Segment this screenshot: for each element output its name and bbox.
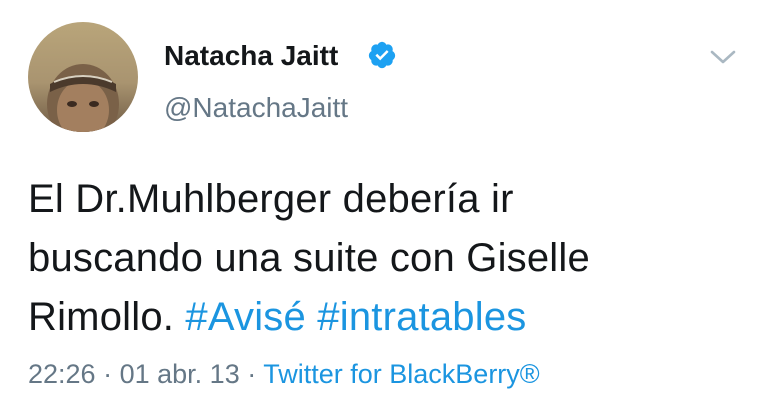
tweet-text-line: Rimollo. #Avisé #intratables [28,288,738,347]
hashtag-link[interactable]: #intratables [317,295,526,339]
tweet-card: Natacha Jaitt @NatachaJaitt El Dr.Muhlbe… [0,0,760,418]
tweet-source-link[interactable]: Twitter for BlackBerry® [263,359,539,389]
avatar[interactable] [28,22,138,132]
tweet-time[interactable]: 22:26 [28,359,96,389]
tweet-metadata: 22:26 · 01 abr. 13 · Twitter for BlackBe… [28,356,540,392]
separator-dot: · [247,359,257,389]
tweet-date[interactable]: 01 abr. 13 [120,359,240,389]
profile-photo [28,22,138,132]
separator-dot: · [103,359,113,389]
verified-badge-icon [368,41,396,69]
hashtag-link[interactable]: #Avisé [185,295,306,339]
author-name[interactable]: Natacha Jaitt [164,38,338,74]
tweet-text-segment: Rimollo. [28,295,175,339]
tweet-text: El Dr.Muhlberger debería ir buscando una… [28,170,738,347]
author-handle[interactable]: @NatachaJaitt [164,90,348,126]
tweet-text-line: El Dr.Muhlberger debería ir [28,177,514,221]
tweet-text-line: buscando una suite con Giselle [28,236,590,280]
chevron-down-icon[interactable] [706,44,740,70]
